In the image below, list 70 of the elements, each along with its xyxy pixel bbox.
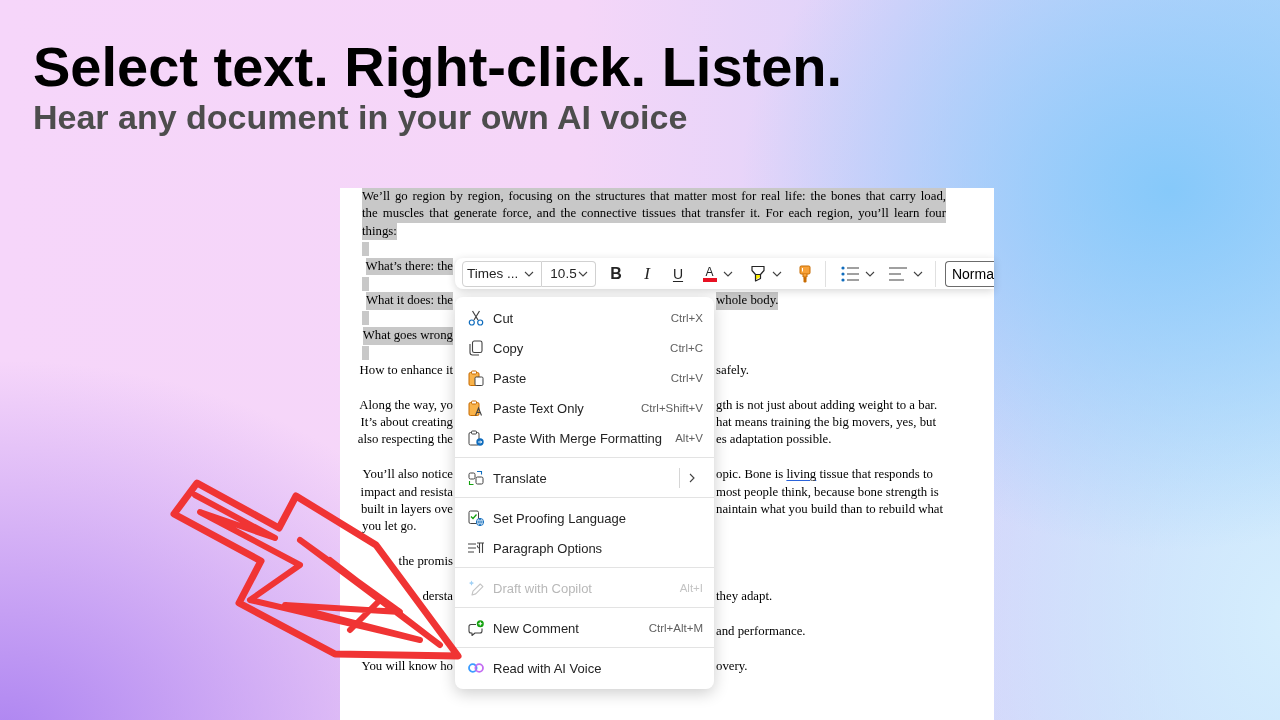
comment-plus-icon bbox=[468, 620, 484, 636]
subheadline: Hear any document in your own AI voice bbox=[33, 98, 688, 136]
pages-icon bbox=[468, 340, 484, 356]
keyboard-shortcut: Ctrl+X bbox=[670, 312, 703, 324]
menu-item[interactable]: Paste bbox=[468, 363, 527, 393]
highlighter-icon bbox=[749, 264, 766, 283]
body-text-fragment: es adaptation possible. bbox=[716, 431, 832, 449]
body-text-fragment: naintain what you build than to rebuild what bbox=[716, 501, 944, 519]
body-text-line: you let go. bbox=[362, 518, 417, 536]
body-text-fragment: You will know ho bbox=[361, 657, 453, 675]
keyboard-shortcut: Ctrl+C bbox=[670, 342, 703, 354]
bold-button[interactable]: B bbox=[602, 259, 630, 288]
keyboard-shortcut: Ctrl+V bbox=[670, 372, 703, 384]
clipboard-icon bbox=[468, 370, 484, 386]
body-text-fragment: Along the way, yo bbox=[359, 396, 453, 414]
keyboard-shortcut: Ctrl+Alt+M bbox=[648, 622, 703, 634]
menu-item[interactable]: Set Proofing Language bbox=[468, 503, 626, 533]
body-text-fragment: How to enhance it bbox=[359, 361, 453, 379]
clipboard-badge-icon bbox=[468, 430, 484, 446]
body-text-fragment: What’s there: the bbox=[365, 257, 453, 275]
pen-sparkle-icon bbox=[468, 580, 484, 596]
headline: Select text. Right-click. Listen. bbox=[33, 36, 843, 98]
italic-button[interactable]: I bbox=[633, 259, 661, 288]
chevron-icon bbox=[578, 270, 588, 277]
menu-item[interactable]: Paste With Merge Formatting bbox=[468, 423, 663, 453]
body-text-fragment: also respecting the bbox=[357, 431, 453, 449]
clipboard-letter-icon bbox=[468, 400, 484, 416]
menu-item[interactable]: Read with AI Voice bbox=[468, 653, 602, 683]
menu-item[interactable]: Paste Text Only bbox=[468, 393, 584, 423]
style-dropdown[interactable]: Norma bbox=[944, 260, 994, 287]
body-text-fragment: What goes wrong bbox=[362, 327, 453, 345]
body-text-fragment: most people think, because bone strength is bbox=[716, 483, 939, 501]
keyboard-shortcut: Alt+V bbox=[675, 432, 703, 444]
menu-item[interactable]: Copy bbox=[468, 333, 524, 363]
keyboard-shortcut: Alt+I bbox=[679, 582, 703, 594]
body-text-fragment: dersta bbox=[422, 588, 453, 605]
bullet-list-icon bbox=[841, 265, 860, 282]
linked-rings-icon bbox=[468, 663, 484, 673]
font-color-button[interactable]: A bbox=[695, 259, 740, 288]
scissors-icon bbox=[468, 310, 484, 326]
body-text-fragment: hat means training the big movers, yes, but bbox=[716, 414, 936, 432]
body-text-fragment: impact and resista bbox=[360, 483, 453, 501]
body-text-fragment: gth is not just about adding weight to a bar. bbox=[716, 396, 938, 414]
menu-item[interactable]: Cut bbox=[468, 303, 514, 333]
text-link[interactable]: living bbox=[786, 467, 817, 482]
paintbrush-icon bbox=[799, 264, 811, 283]
underline-button[interactable]: U bbox=[664, 259, 692, 288]
language-arrows-icon bbox=[468, 470, 484, 486]
chevron-right-icon bbox=[689, 473, 695, 483]
menu-item[interactable]: Paragraph Options bbox=[468, 533, 603, 563]
document-globe-icon bbox=[468, 510, 484, 526]
body-text-fragment: overy. bbox=[716, 657, 748, 675]
body-text-fragment: built in layers ove bbox=[360, 501, 453, 519]
paragraph-lines-icon bbox=[468, 540, 484, 556]
body-text-fragment: What it does: the bbox=[365, 292, 453, 310]
body-text-fragment: whole body. bbox=[716, 292, 779, 310]
body-text-fragment: It’s about creating bbox=[360, 414, 453, 432]
body-text-fragment: You’ll also notice bbox=[362, 466, 453, 484]
font-size-dropdown[interactable]: 10.5 bbox=[542, 260, 596, 287]
font-dropdown[interactable]: Times ... bbox=[462, 260, 543, 287]
chevron-icon bbox=[524, 270, 535, 277]
body-text-fragment: they adapt. bbox=[716, 588, 773, 605]
body-text-fragment: opic. Bone is living tissue that responds to bbox=[716, 466, 933, 484]
body-text-fragment: safely. bbox=[716, 361, 749, 379]
body-text-fragment: the promis bbox=[398, 553, 453, 571]
align-left-icon bbox=[889, 266, 908, 281]
menu-item[interactable]: New Comment bbox=[468, 613, 579, 643]
keyboard-shortcut: Ctrl+Shift+V bbox=[641, 402, 703, 414]
menu-item[interactable]: Translate bbox=[468, 463, 547, 493]
body-text-fragment: and performance. bbox=[716, 622, 806, 640]
